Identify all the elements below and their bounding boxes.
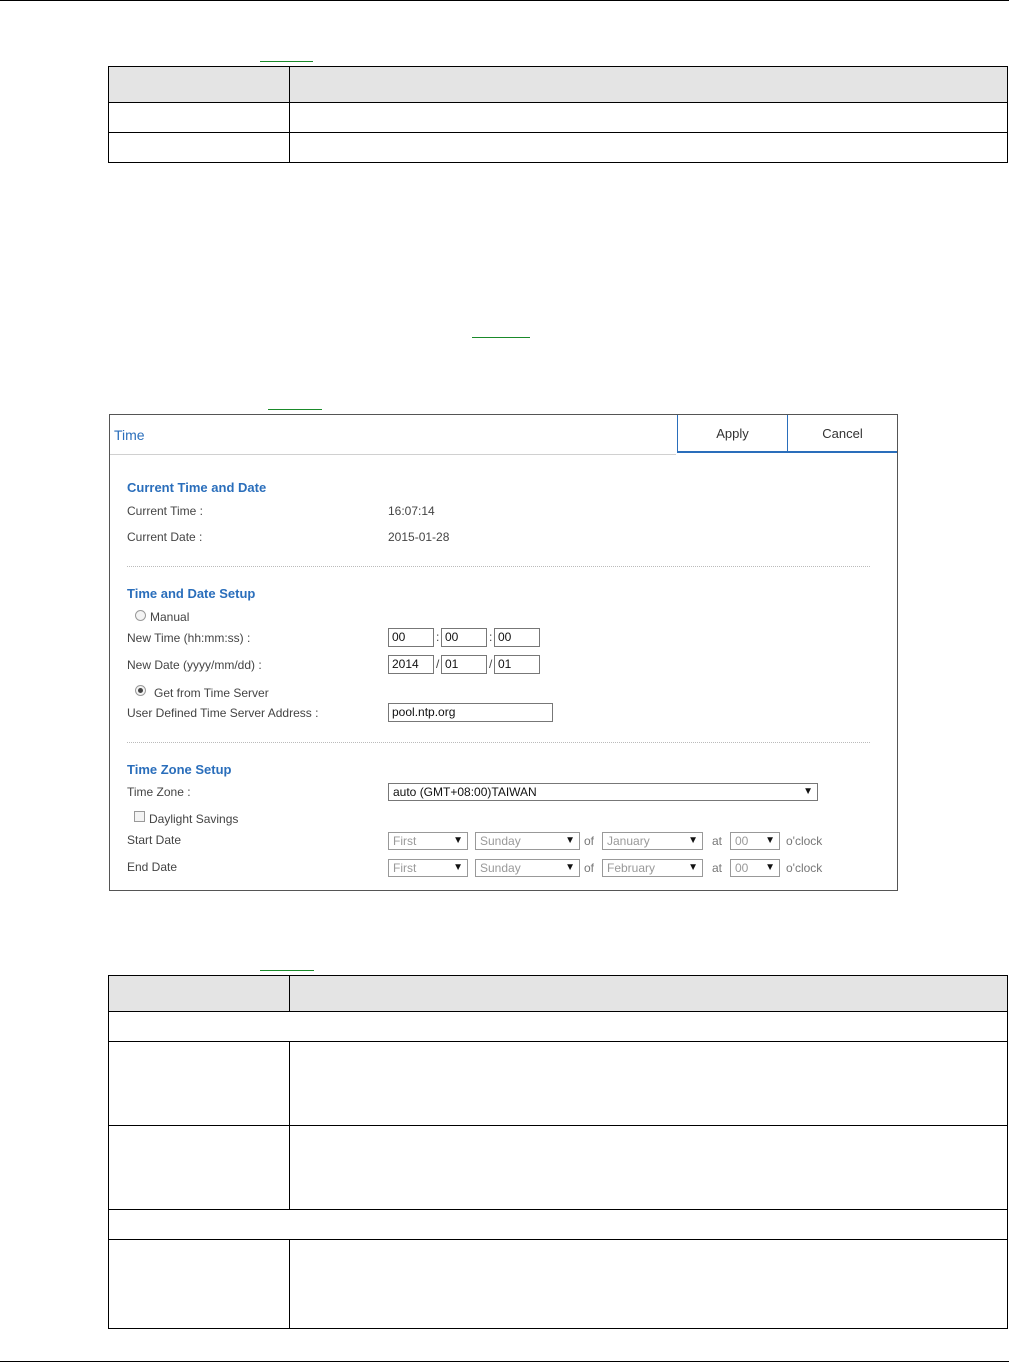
- year-input[interactable]: 2014: [388, 655, 434, 674]
- page-top-rule: [0, 0, 1009, 1]
- date-separator: /: [436, 657, 440, 671]
- table-section-row: [108, 1011, 1008, 1042]
- time-zone-heading: Time Zone Setup: [127, 762, 232, 777]
- chevron-down-icon: ▼: [803, 786, 813, 797]
- table-row: [108, 1125, 1008, 1210]
- month-input[interactable]: 01: [441, 655, 487, 674]
- table-header-row: [108, 66, 1008, 103]
- of-label: of: [584, 861, 595, 875]
- current-date-label: Current Date :: [127, 530, 203, 544]
- date-separator: /: [489, 657, 493, 671]
- panel-title: Time: [114, 427, 145, 443]
- title-divider: [110, 454, 676, 455]
- chevron-down-icon: ▼: [453, 835, 463, 846]
- table-section-row: [108, 1209, 1008, 1240]
- time-zone-label: Time Zone :: [127, 785, 191, 799]
- chevron-down-icon: ▼: [765, 835, 775, 846]
- day-input[interactable]: 01: [494, 655, 540, 674]
- chevron-down-icon: ▼: [688, 862, 698, 873]
- time-settings-panel: Time Apply Cancel Current Time and Date …: [109, 414, 898, 891]
- cancel-button[interactable]: Cancel: [787, 415, 897, 453]
- chevron-down-icon: ▼: [565, 835, 575, 846]
- second-input[interactable]: 00: [494, 628, 540, 647]
- page-bottom-rule: [0, 1361, 1009, 1362]
- end-hour-select[interactable]: 00 ▼: [730, 859, 780, 877]
- end-month-select[interactable]: February ▼: [602, 859, 703, 877]
- figure-link-underline: [260, 61, 313, 62]
- section-divider: [127, 566, 870, 567]
- apply-button[interactable]: Apply: [677, 415, 788, 453]
- time-server-radio[interactable]: [135, 685, 146, 696]
- start-hour-select[interactable]: 00 ▼: [730, 832, 780, 850]
- figure-link-underline: [472, 337, 530, 338]
- section-divider: [127, 742, 870, 743]
- time-zone-value: auto (GMT+08:00)TAIWAN: [393, 785, 537, 799]
- of-label: of: [584, 834, 595, 848]
- chevron-down-icon: ▼: [688, 835, 698, 846]
- table-row: [108, 1041, 1008, 1126]
- figure-link-underline: [260, 970, 314, 971]
- chevron-down-icon: ▼: [765, 862, 775, 873]
- time-date-setup-heading: Time and Date Setup: [127, 586, 256, 601]
- table-row: [108, 102, 1008, 133]
- current-date-value: 2015-01-28: [388, 530, 450, 544]
- new-date-label: New Date (yyyy/mm/dd) :: [127, 658, 262, 672]
- at-label: at: [712, 861, 723, 875]
- current-time-heading: Current Time and Date: [127, 480, 267, 495]
- chevron-down-icon: ▼: [565, 862, 575, 873]
- figure-link-underline: [268, 409, 322, 410]
- table-row: [108, 132, 1008, 163]
- table-header-row: [108, 975, 1008, 1012]
- bottom-table: [108, 975, 1008, 1329]
- server-address-label: User Defined Time Server Address :: [127, 706, 319, 720]
- current-time-value: 16:07:14: [388, 504, 435, 518]
- current-time-label: Current Time :: [127, 504, 204, 518]
- start-day-select[interactable]: Sunday ▼: [475, 832, 580, 850]
- daylight-savings-label: Daylight Savings: [149, 812, 239, 826]
- end-day-select[interactable]: Sunday ▼: [475, 859, 580, 877]
- time-separator: :: [436, 630, 440, 644]
- at-label: at: [712, 834, 723, 848]
- manual-radio[interactable]: [135, 610, 146, 621]
- oclock-label: o'clock: [786, 834, 823, 848]
- start-date-label: Start Date: [127, 833, 182, 847]
- oclock-label: o'clock: [786, 861, 823, 875]
- top-table: [108, 66, 1008, 163]
- time-separator: :: [489, 630, 493, 644]
- daylight-savings-checkbox[interactable]: [134, 811, 145, 822]
- chevron-down-icon: ▼: [453, 862, 463, 873]
- hour-input[interactable]: 00: [388, 628, 434, 647]
- server-address-input[interactable]: pool.ntp.org: [388, 703, 553, 722]
- manual-label: Manual: [150, 610, 190, 624]
- time-zone-select[interactable]: auto (GMT+08:00)TAIWAN ▼: [388, 783, 818, 801]
- end-date-label: End Date: [127, 860, 178, 874]
- table-row: [108, 1239, 1008, 1329]
- start-week-select[interactable]: First ▼: [388, 832, 468, 850]
- end-week-select[interactable]: First ▼: [388, 859, 468, 877]
- start-month-select[interactable]: January ▼: [602, 832, 703, 850]
- time-server-label: Get from Time Server: [154, 686, 269, 700]
- minute-input[interactable]: 00: [441, 628, 487, 647]
- new-time-label: New Time (hh:mm:ss) :: [127, 631, 251, 645]
